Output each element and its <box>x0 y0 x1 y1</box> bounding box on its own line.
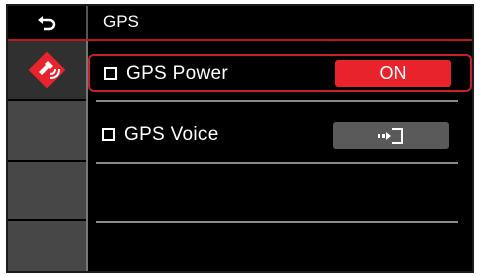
page-title: GPS <box>103 12 139 31</box>
divider-1 <box>96 100 458 102</box>
title-divider <box>86 6 88 39</box>
sidebar <box>8 41 86 271</box>
sidebar-item-gps[interactable] <box>8 41 86 101</box>
divider-3 <box>96 221 458 223</box>
divider-2 <box>96 162 458 164</box>
back-arrow-icon <box>38 15 56 30</box>
sidebar-item-2[interactable] <box>8 101 86 162</box>
gps-voice-label: GPS Voice <box>124 124 219 145</box>
sidebar-item-3[interactable] <box>8 162 86 221</box>
gps-voice-checkbox[interactable] <box>102 128 115 141</box>
gps-power-label: GPS Power <box>126 63 228 84</box>
gps-voice-enter-button[interactable] <box>333 122 449 149</box>
settings-list: GPS Power ON GPS Voice <box>88 41 472 271</box>
back-button[interactable] <box>8 6 86 39</box>
enter-icon <box>378 127 403 144</box>
gps-satellite-icon <box>28 51 66 89</box>
gps-power-row[interactable]: GPS Power ON <box>88 54 472 92</box>
gps-power-checkbox[interactable] <box>104 67 117 80</box>
title-bar: GPS <box>8 6 472 41</box>
sidebar-item-4[interactable] <box>8 221 86 271</box>
gps-settings-screen: GPS GPS Power ON GPS Voice <box>6 4 474 273</box>
gps-power-toggle[interactable]: ON <box>335 60 451 87</box>
